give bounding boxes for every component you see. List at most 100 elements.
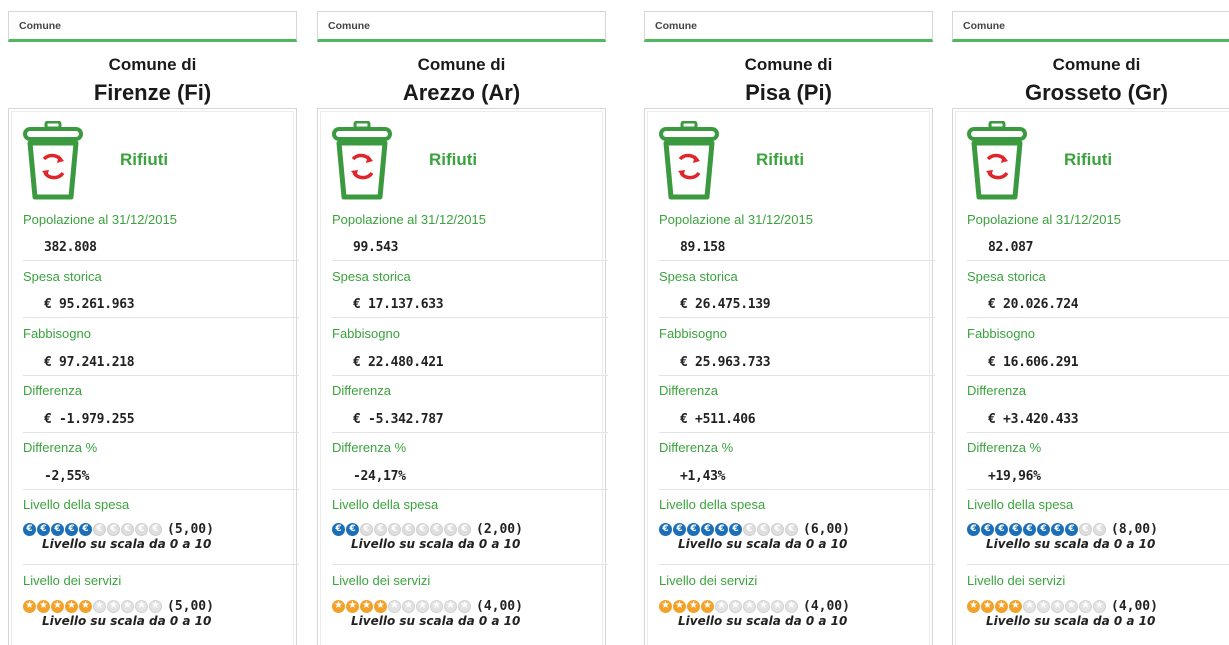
euro-coin-icon: €	[37, 522, 50, 536]
differenza-value: € -1.979.255	[44, 412, 135, 427]
differenza-pct-label: Differenza %	[23, 440, 98, 455]
comune-selector[interactable]: Comune	[317, 11, 606, 42]
divider	[659, 260, 935, 261]
livello-spesa-rating: € € € € € € € € € € (5,00)	[23, 521, 214, 537]
euro-coin-icon: €	[360, 522, 373, 536]
euro-coin-icon: €	[1037, 522, 1050, 536]
livello-spesa-rating: € € € € € € € € € € (8,00)	[967, 521, 1158, 537]
star-icon: ★	[388, 599, 401, 613]
divider	[332, 432, 608, 433]
star-icon: ★	[729, 599, 742, 613]
euro-coin-icon: €	[659, 522, 672, 536]
recycling-bin-icon	[967, 121, 1027, 200]
card-body: Rifiuti Popolazione al 31/12/2015 99.543…	[320, 111, 608, 645]
divider	[23, 317, 299, 318]
star-icon: ★	[1065, 599, 1078, 613]
divider	[332, 375, 608, 376]
star-icon: ★	[346, 599, 359, 613]
comune-title-prefix: Comune di	[744, 55, 833, 74]
divider	[659, 489, 935, 490]
euro-coin-icon: €	[995, 522, 1008, 536]
euro-coin-icon: €	[135, 522, 148, 536]
section-title: Rifiuti	[756, 150, 805, 169]
comune-selector[interactable]: Comune	[644, 11, 933, 42]
euro-coin-icon: €	[1093, 522, 1106, 536]
star-icon: ★	[1009, 599, 1022, 613]
differenza-value: € -5.342.787	[353, 412, 444, 427]
livello-spesa-scale-note: Livello su scala da 0 a 10	[42, 537, 212, 551]
star-icon: ★	[757, 599, 770, 613]
spesa-storica-value: € 26.475.139	[680, 297, 771, 312]
comune-title-prefix: Comune di	[1052, 55, 1141, 74]
differenza-pct-label: Differenza %	[659, 440, 734, 455]
euro-coin-icon: €	[65, 522, 78, 536]
euro-coin-icon: €	[79, 522, 92, 536]
euro-coin-icon: €	[715, 522, 728, 536]
differenza-pct-value: -24,17%	[353, 469, 406, 484]
differenza-pct-value: +1,43%	[680, 469, 726, 484]
euro-coin-icon: €	[332, 522, 345, 536]
spesa-storica-label: Spesa storica	[332, 269, 411, 284]
divider	[23, 375, 299, 376]
euro-coin-icon: €	[1009, 522, 1022, 536]
euro-coin-icon: €	[743, 522, 756, 536]
comune-city-name: Grosseto (Gr)	[1024, 80, 1169, 105]
differenza-value: € +3.420.433	[988, 412, 1079, 427]
comune-column: Comune Comune di Arezzo (Ar) Rifiuti Pop…	[317, 0, 614, 645]
livello-spesa-value: (6,00)	[803, 521, 850, 537]
fabbisogno-value: € 16.606.291	[988, 355, 1079, 370]
comune-title-prefix: Comune di	[108, 55, 197, 74]
divider	[967, 375, 1229, 376]
star-icon: ★	[121, 599, 134, 613]
fabbisogno-value: € 22.480.421	[353, 355, 444, 370]
euro-coin-icon: €	[771, 522, 784, 536]
star-icon: ★	[332, 599, 345, 613]
livello-servizi-rating: ★ ★ ★ ★ ★ ★ ★ ★ ★ ★ (4,00)	[659, 598, 850, 614]
comune-card: Rifiuti Popolazione al 31/12/2015 382.80…	[8, 108, 299, 645]
popolazione-value: 82.087	[988, 240, 1034, 255]
star-icon: ★	[37, 599, 50, 613]
divider	[967, 260, 1229, 261]
livello-spesa-rating: € € € € € € € € € € (2,00)	[332, 521, 523, 537]
divider	[332, 489, 608, 490]
livello-spesa-scale-note: Livello su scala da 0 a 10	[986, 537, 1156, 551]
differenza-pct-label: Differenza %	[967, 440, 1042, 455]
divider	[967, 564, 1229, 565]
star-icon: ★	[967, 599, 980, 613]
divider	[967, 489, 1229, 490]
euro-coin-icon: €	[374, 522, 387, 536]
star-icon: ★	[93, 599, 106, 613]
spesa-storica-label: Spesa storica	[659, 269, 738, 284]
section-title: Rifiuti	[429, 150, 478, 169]
comune-selector[interactable]: Comune	[8, 11, 297, 42]
comune-selector[interactable]: Comune	[952, 11, 1229, 42]
euro-coin-icon: €	[444, 522, 457, 536]
star-icon: ★	[149, 599, 162, 613]
comune-city-name: Firenze (Fi)	[93, 80, 212, 105]
card-body: Rifiuti Popolazione al 31/12/2015 82.087…	[955, 111, 1229, 645]
livello-servizi-label: Livello dei servizi	[23, 573, 122, 588]
star-icon: ★	[785, 599, 798, 613]
differenza-pct-label: Differenza %	[332, 440, 407, 455]
livello-servizi-rating: ★ ★ ★ ★ ★ ★ ★ ★ ★ ★ (4,00)	[332, 598, 523, 614]
star-icon: ★	[79, 599, 92, 613]
star-icon: ★	[771, 599, 784, 613]
star-icon: ★	[135, 599, 148, 613]
divider	[23, 432, 299, 433]
divider	[332, 260, 608, 261]
livello-spesa-label: Livello della spesa	[332, 497, 439, 512]
comune-card: Rifiuti Popolazione al 31/12/2015 99.543…	[317, 108, 608, 645]
euro-coin-icon: €	[430, 522, 443, 536]
euro-coin-icon: €	[687, 522, 700, 536]
fabbisogno-label: Fabbisogno	[967, 326, 1035, 341]
fabbisogno-value: € 25.963.733	[680, 355, 771, 370]
euro-coin-icon: €	[149, 522, 162, 536]
livello-spesa-value: (5,00)	[167, 521, 214, 537]
recycling-bin-icon	[332, 121, 392, 200]
differenza-label: Differenza	[332, 383, 392, 398]
comune-card: Rifiuti Popolazione al 31/12/2015 82.087…	[952, 108, 1229, 645]
star-icon: ★	[65, 599, 78, 613]
euro-coin-icon: €	[785, 522, 798, 536]
livello-servizi-value: (4,00)	[476, 598, 523, 614]
star-icon: ★	[107, 599, 120, 613]
